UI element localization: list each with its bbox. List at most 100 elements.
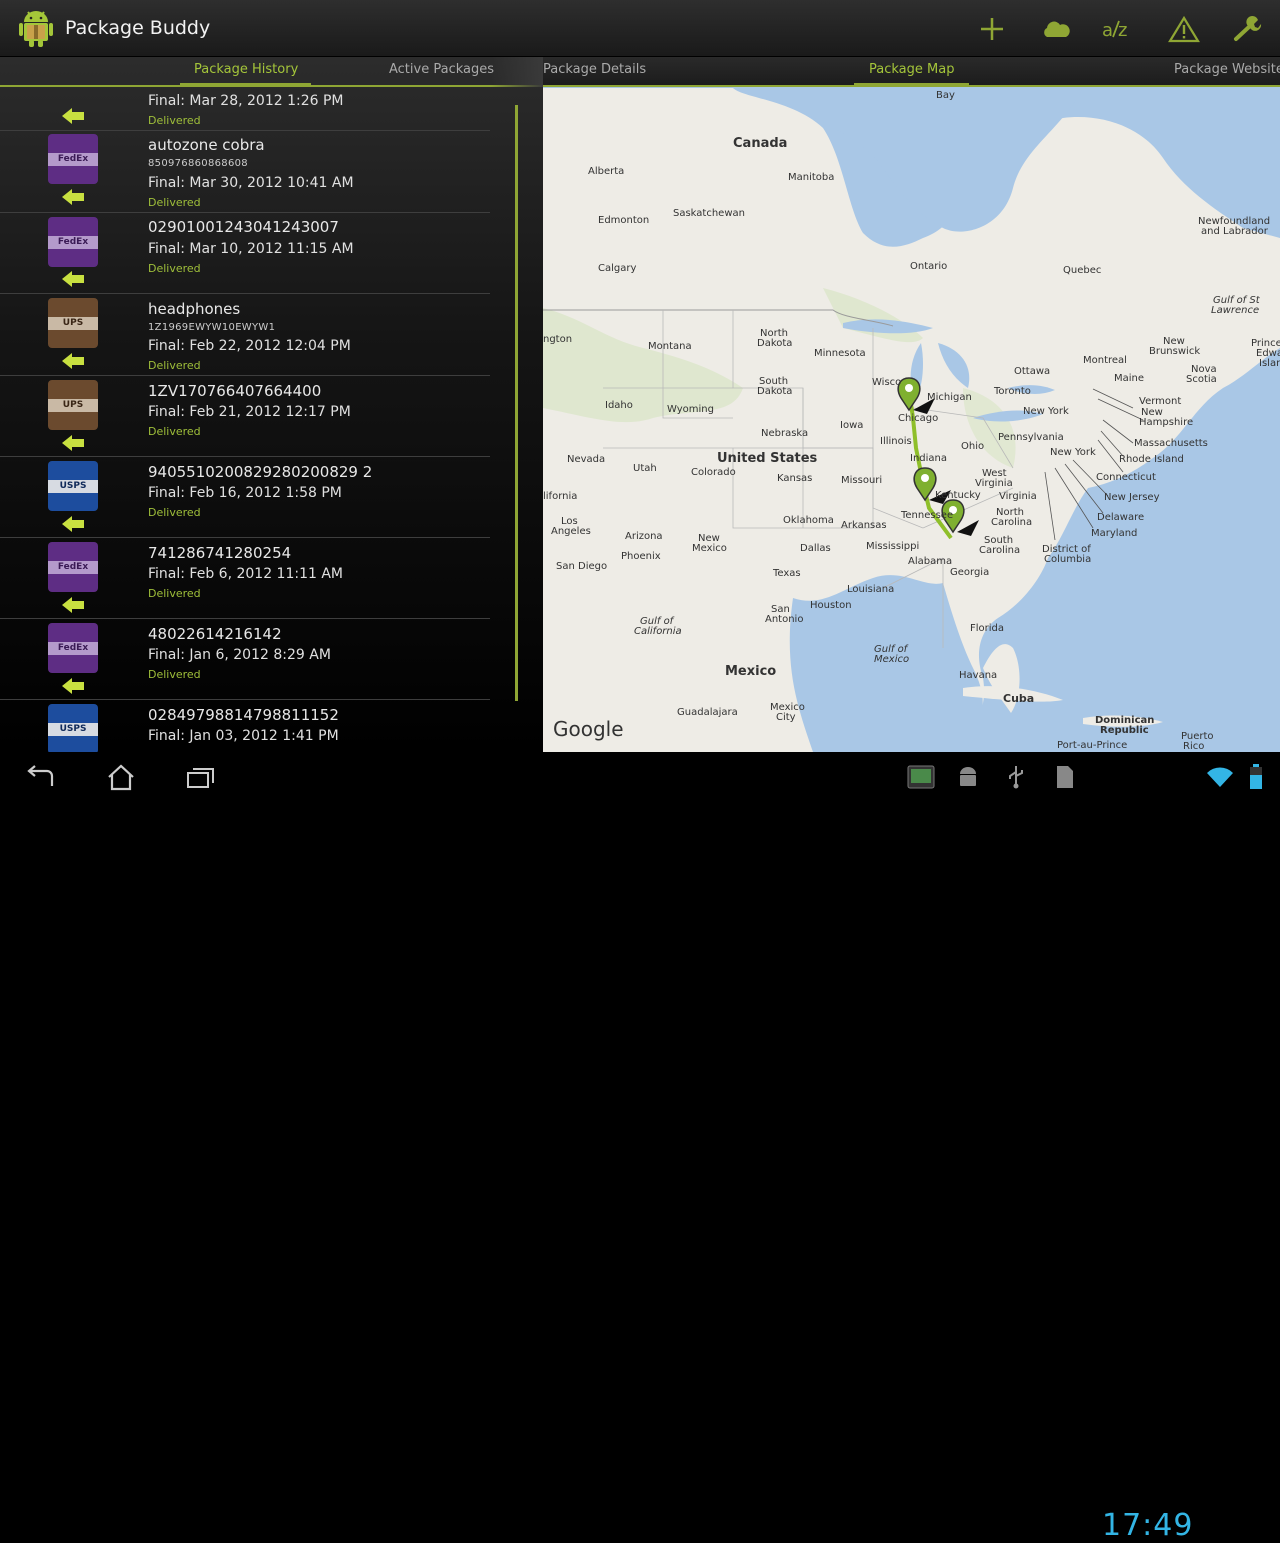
map-label: Ontario	[910, 261, 947, 272]
map-label: and Labrador	[1201, 226, 1269, 237]
home-icon	[108, 764, 134, 791]
list-item[interactable]: FedEx 02901001243041243007 Final: Mar 10…	[0, 213, 490, 294]
back-arrow-icon	[62, 271, 84, 287]
map-label: Alabama	[908, 556, 952, 567]
back-arrow-icon	[62, 678, 84, 694]
status-text: Delivered	[148, 196, 201, 209]
map-label: Iowa	[840, 420, 863, 431]
map-label: Columbia	[1044, 554, 1091, 565]
final-date: Final: Feb 16, 2012 1:58 PM	[148, 485, 342, 501]
app-title: Package Buddy	[65, 17, 211, 39]
list-item[interactable]: UPS headphones 1Z1969EWYW10EWYW1 Final: …	[0, 294, 490, 376]
map-label: New York	[1023, 406, 1069, 417]
sd-card-icon[interactable]	[1046, 762, 1082, 792]
map-label: Rhode Island	[1119, 454, 1184, 465]
map-label: Nebraska	[761, 428, 808, 439]
map-label: Tennessee	[900, 510, 953, 521]
home-button[interactable]	[103, 762, 139, 792]
back-button[interactable]	[22, 762, 58, 792]
map-label: Oklahoma	[783, 515, 834, 526]
add-button[interactable]	[974, 12, 1010, 46]
map-label: Kansas	[777, 473, 812, 484]
map-label: Virginia	[999, 491, 1037, 502]
map-label: Phoenix	[621, 551, 661, 562]
svg-text:a: a	[1102, 20, 1113, 41]
alerts-button[interactable]	[1166, 12, 1202, 46]
map-label: Texas	[772, 568, 801, 579]
map-label: Virginia	[975, 478, 1013, 489]
final-date: Final: Feb 22, 2012 12:04 PM	[148, 338, 351, 354]
cloud-icon	[1044, 21, 1070, 37]
map-label: Havana	[959, 670, 997, 681]
package-name: 741286741280254	[148, 544, 292, 562]
map-label: Arkansas	[841, 520, 887, 531]
tab-active-packages[interactable]: Active Packages	[389, 62, 494, 77]
back-arrow-icon	[62, 189, 84, 205]
map-label: Scotia	[1186, 374, 1217, 385]
map-label: Houston	[810, 600, 852, 611]
status-text: Delivered	[148, 359, 201, 372]
map-label: Indiana	[910, 453, 947, 464]
list-item[interactable]: UPS 1ZV170766407664400 Final: Feb 21, 20…	[0, 376, 490, 457]
active-tab-indicator	[180, 83, 311, 87]
back-arrow-icon	[62, 597, 84, 613]
status-text: Delivered	[148, 506, 201, 519]
screenshot-notification-icon[interactable]	[903, 762, 939, 792]
map-label: Republic	[1100, 725, 1149, 736]
recent-apps-icon	[187, 768, 214, 788]
package-name: 9405510200829280200829 2	[148, 463, 373, 481]
sync-button[interactable]	[1038, 12, 1074, 46]
map-label: Canada	[733, 136, 787, 151]
clock: 17:49	[1102, 1508, 1194, 1543]
list-item[interactable]: Final: Mar 28, 2012 1:26 PM Delivered	[0, 89, 490, 131]
map-label: Connecticut	[1096, 472, 1156, 483]
map-label: Nevada	[567, 454, 605, 465]
status-text: Delivered	[148, 668, 201, 681]
tab-package-map[interactable]: Package Map	[869, 62, 954, 77]
map-label: United States	[717, 451, 818, 466]
map-label: Dallas	[800, 543, 831, 554]
list-item[interactable]: FedEx 48022614216142 Final: Jan 6, 2012 …	[0, 619, 490, 700]
tab-package-website[interactable]: Package Website	[1174, 62, 1280, 77]
back-arrow-icon	[62, 353, 84, 369]
map-label: Michigan	[927, 392, 972, 403]
map-label: Colorado	[691, 467, 736, 478]
map-label: Lawrence	[1211, 305, 1259, 316]
settings-button[interactable]	[1230, 12, 1266, 46]
tab-package-details[interactable]: Package Details	[543, 62, 646, 77]
scrollbar[interactable]	[515, 105, 518, 701]
status-text: Delivered	[148, 425, 201, 438]
map-label: Maryland	[1091, 528, 1137, 539]
map-label: Vermont	[1139, 396, 1181, 407]
tab-fade	[491, 57, 543, 87]
map-label: Maine	[1114, 373, 1144, 384]
package-history-list[interactable]: Final: Mar 28, 2012 1:26 PM Delivered Fe…	[0, 89, 490, 752]
package-map[interactable]: Bay Canada Alberta Manitoba Edmonton Sas…	[543, 88, 1280, 752]
map-label: Carolina	[979, 545, 1020, 556]
left-tab-bar: Package History Active Packages	[0, 57, 543, 87]
usb-icon[interactable]	[998, 762, 1034, 792]
android-robot-icon[interactable]	[18, 8, 54, 48]
list-item[interactable]: USPS 9405510200829280200829 2 Final: Feb…	[0, 457, 490, 538]
sort-button[interactable]: a z	[1100, 12, 1136, 46]
system-navigation-bar: 17:49	[0, 752, 1280, 1543]
map-label: Montana	[648, 341, 692, 352]
tab-package-history[interactable]: Package History	[194, 62, 298, 77]
list-item[interactable]: FedEx autozone cobra 850976860868608 Fin…	[0, 131, 490, 213]
map-label: City	[776, 712, 796, 723]
status-text: Delivered	[148, 114, 201, 127]
list-item[interactable]: USPS 02849798814798811152 Final: Jan 03,…	[0, 700, 490, 752]
map-label: Guadalajara	[677, 707, 738, 718]
package-name: 02849798814798811152	[148, 706, 339, 724]
recent-apps-button[interactable]	[183, 762, 219, 792]
final-date: Final: Jan 03, 2012 1:41 PM	[148, 728, 339, 744]
map-label: Alberta	[588, 166, 624, 177]
list-item[interactable]: FedEx 741286741280254 Final: Feb 6, 2012…	[0, 538, 490, 619]
android-debug-icon[interactable]	[950, 762, 986, 792]
map-label: Saskatchewan	[673, 208, 745, 219]
map-label: Carolina	[991, 517, 1032, 528]
map-label: Illinois	[880, 436, 912, 447]
map-label: New York	[1050, 447, 1096, 458]
map-label: New Jersey	[1104, 492, 1160, 503]
map-label: Kentucky	[935, 490, 981, 501]
